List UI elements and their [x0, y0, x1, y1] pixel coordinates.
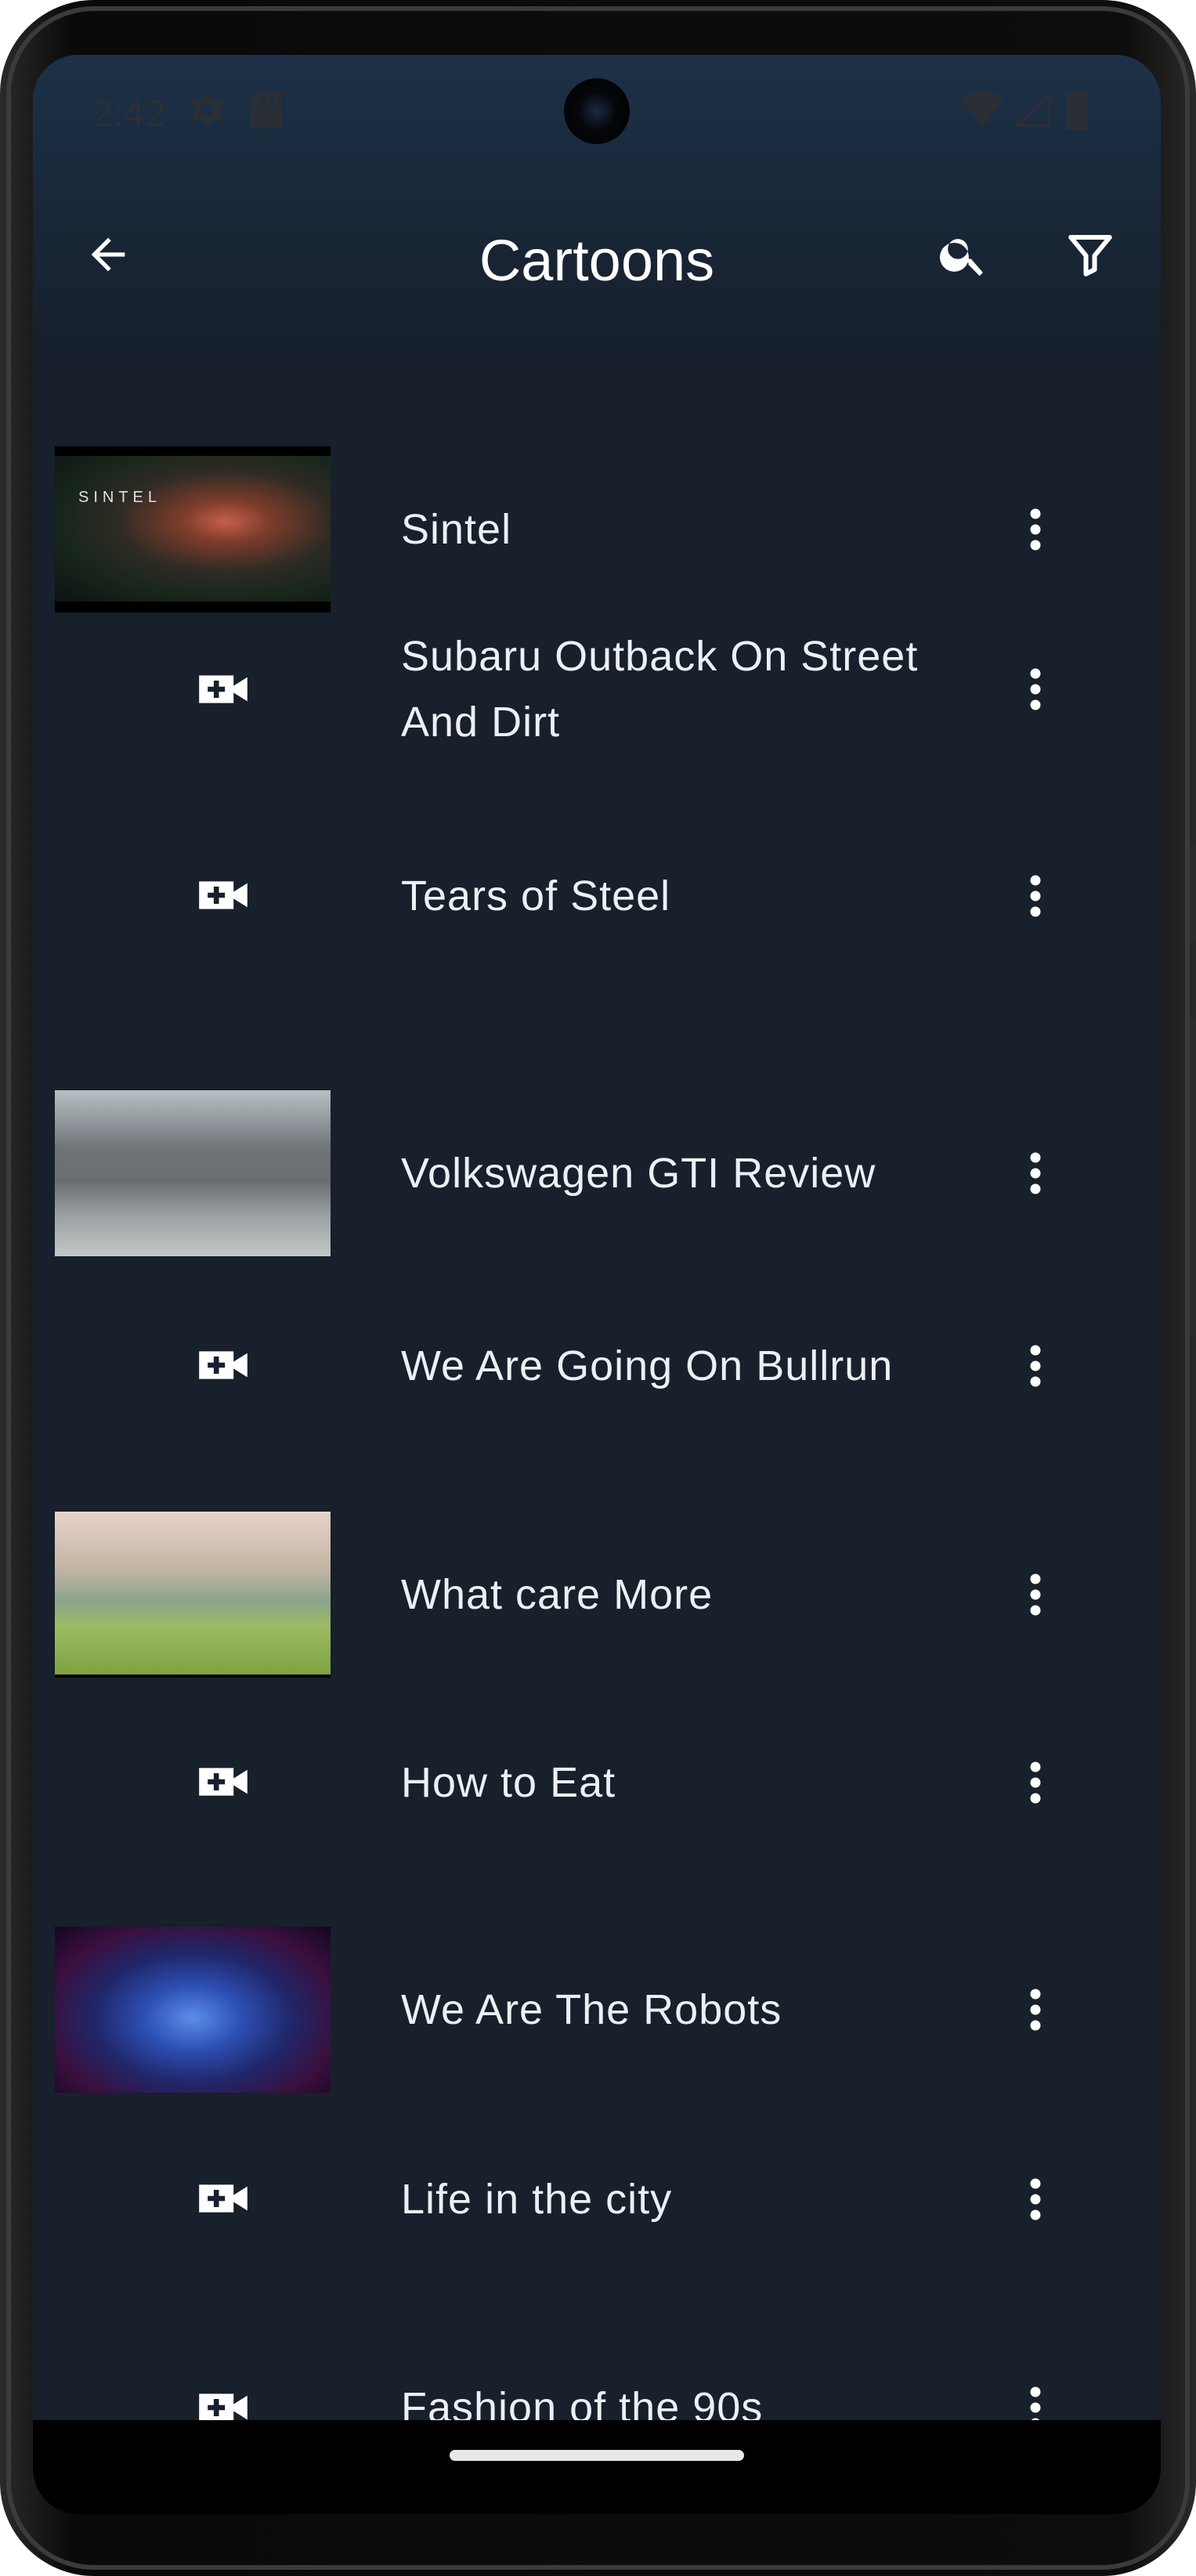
more-options-button[interactable] [1004, 1751, 1067, 1814]
list-item[interactable]: We Are Going On Bullrun [33, 1253, 1161, 1418]
list-item[interactable]: How to Eat [33, 1668, 1161, 1833]
filter-button[interactable] [1059, 223, 1122, 286]
video-camera-placeholder-icon [199, 1351, 248, 1379]
list-item[interactable]: Life in the city [33, 2091, 1161, 2256]
video-title: Tears of Steel [401, 873, 671, 919]
video-title: Volkswagen GTI Review [401, 1150, 876, 1197]
list-item[interactable]: Volkswagen GTI Review [33, 1042, 1161, 1256]
video-title: Life in the city [401, 2176, 673, 2223]
navigation-bar [33, 2420, 1161, 2514]
video-title: What care More [401, 1571, 714, 1618]
sd-card-icon [251, 91, 282, 128]
list-item[interactable]: We Are The Robots [33, 1856, 1161, 2093]
video-thumbnail [55, 1090, 331, 1256]
list-item[interactable]: SINTEL Sintel [33, 368, 1161, 612]
list-item[interactable]: What care More [33, 1433, 1161, 1678]
video-camera-placeholder-icon [199, 881, 248, 909]
filter-funnel-icon [1068, 234, 1112, 276]
video-camera-placeholder-icon [199, 675, 248, 703]
more-options-button[interactable] [1004, 1563, 1067, 1626]
more-vert-icon [1030, 1573, 1041, 1616]
more-vert-icon [1030, 668, 1041, 710]
more-options-button[interactable] [1004, 2168, 1067, 2231]
more-vert-icon [1030, 1345, 1041, 1387]
more-options-button[interactable] [1004, 1335, 1067, 1397]
list-item[interactable]: Tears of Steel [33, 838, 1161, 1003]
more-options-button[interactable] [1004, 1142, 1067, 1205]
video-thumbnail [55, 1927, 331, 2093]
more-options-button[interactable] [1004, 1978, 1067, 2041]
phone-frame: 2:42 Cartoons SINTEL Sintel Subaru Outba… [0, 0, 1196, 2576]
front-camera [564, 78, 630, 144]
video-title: Subaru Outback On Street And Dirt [401, 633, 919, 746]
cellular-signal-icon [1015, 90, 1051, 127]
wifi-icon [960, 90, 1004, 127]
home-gesture-handle[interactable] [450, 2450, 744, 2461]
more-vert-icon [1030, 2178, 1041, 2220]
app-bar: Cartoons [33, 196, 1161, 313]
status-right-icons [960, 88, 1090, 130]
video-camera-placeholder-icon [199, 1768, 248, 1796]
video-title: We Are The Robots [401, 1986, 782, 2033]
status-time: 2:42 [92, 93, 166, 135]
screen: 2:42 Cartoons SINTEL Sintel Subaru Outba… [33, 55, 1161, 2514]
more-options-button[interactable] [1004, 498, 1067, 561]
search-button[interactable] [932, 223, 995, 286]
more-options-button[interactable] [1004, 865, 1067, 927]
more-vert-icon [1030, 1989, 1041, 2031]
more-vert-icon [1030, 1761, 1041, 1804]
video-title: How to Eat [401, 1759, 616, 1806]
video-camera-placeholder-icon [199, 2184, 248, 2213]
video-title: We Are Going On Bullrun [401, 1342, 894, 1389]
more-vert-icon [1030, 508, 1041, 551]
more-vert-icon [1030, 1152, 1041, 1194]
more-vert-icon [1030, 875, 1041, 917]
video-title: Sintel [401, 506, 512, 553]
volume-button [1190, 846, 1196, 940]
battery-icon [1066, 89, 1088, 130]
thumbnail-text: SINTEL [78, 489, 162, 506]
list-item[interactable]: Subaru Outback On Street And Dirt [33, 627, 1161, 791]
more-options-button[interactable] [1004, 658, 1067, 721]
video-thumbnail: SINTEL [55, 446, 331, 612]
power-button [1190, 1018, 1196, 1331]
video-thumbnail [55, 1512, 331, 1678]
settings-gear-icon [191, 93, 223, 126]
search-icon [940, 239, 983, 276]
